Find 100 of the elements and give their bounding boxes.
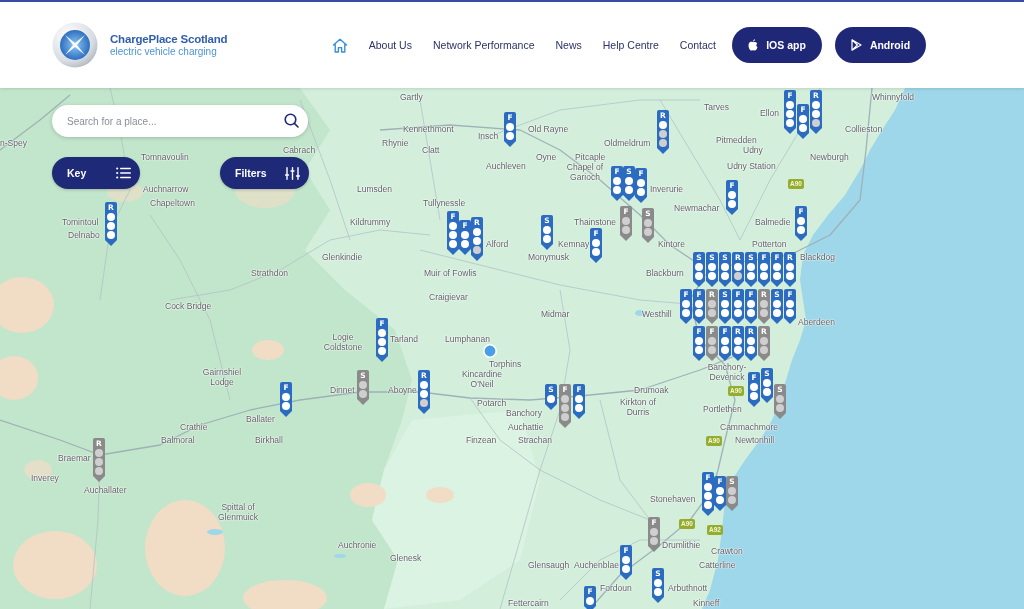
place-name: Catterline (699, 560, 736, 570)
place-name: Insch (478, 131, 499, 141)
place-name: Portlethen (703, 404, 742, 414)
place-name: Tomnavoulin (141, 152, 189, 162)
place-name: Glensaugh (528, 560, 570, 570)
search-field[interactable]: Search for a place... (52, 105, 308, 137)
app-download-button[interactable]: IOS app (732, 27, 822, 63)
nav-link[interactable]: Help Centre (602, 39, 659, 51)
search-icon[interactable] (284, 113, 299, 128)
nav-link[interactable]: Contact (679, 39, 716, 51)
place-name: Chapeltown (150, 198, 195, 208)
place-name: Logie Coldstone (322, 332, 364, 352)
place-name: Auchleven (486, 161, 526, 171)
place-name: Tomintoul (62, 217, 99, 227)
place-name: Inverey (31, 473, 59, 483)
place-name: Kintore (658, 239, 685, 249)
place-name: Dinnet (330, 385, 355, 395)
place-name: Aboyne (388, 385, 417, 395)
filters-button[interactable]: Filters (220, 157, 309, 189)
sliders-icon (285, 166, 300, 180)
place-name: Cammachmore (720, 422, 779, 432)
place-name: Balmoral (161, 435, 195, 445)
app-download-button[interactable]: Android (835, 27, 926, 63)
place-name: Udny Station (727, 161, 776, 171)
place-name: Lumphanan (445, 334, 490, 344)
place-name: Blackdog (800, 252, 835, 262)
place-name: Inverurie (650, 184, 684, 194)
nav-link[interactable]: News (555, 39, 582, 51)
place-name: Tullynessle (423, 198, 466, 208)
place-name: Braemar (58, 453, 91, 463)
place-name: Monymusk (528, 252, 570, 262)
place-name: Clatt (422, 145, 440, 155)
home-icon[interactable] (331, 37, 348, 53)
place-name: n-Spey (0, 138, 27, 148)
place-name: Auchnarrow (143, 184, 189, 194)
logo-icon[interactable] (52, 22, 98, 68)
place-name: Muir of Fowlis (424, 268, 477, 278)
place-name: Balmedie (755, 217, 791, 227)
place-name: Delnabo (68, 230, 100, 240)
place-name: Alford (486, 239, 509, 249)
place-name: Tarves (704, 102, 730, 112)
place-name: Arbuthnott (668, 583, 708, 593)
place-name: Pitmedden (716, 135, 757, 145)
place-name: Pitcaple (575, 152, 606, 162)
place-name: Newmachar (674, 203, 720, 213)
place-name: Drumoak (634, 385, 669, 395)
place-name: Stonehaven (650, 494, 696, 504)
place-name: Kemnay (558, 239, 590, 249)
place-name: Kirkton of Durris (619, 397, 657, 417)
place-name: Glenesk (390, 553, 422, 563)
place-name: Strathdon (251, 268, 288, 278)
place-name: Crawton (711, 546, 743, 556)
place-name: Kennethmont (403, 124, 454, 134)
place-name: Cabrach (283, 145, 316, 155)
place-name: Old Rayne (528, 124, 569, 134)
place-name: Spittal of Glenmuick (216, 502, 260, 522)
location-dot-icon (483, 344, 497, 358)
place-name: Strachan (518, 435, 553, 445)
place-name: Torphins (489, 359, 522, 369)
place-name: Ellon (760, 108, 779, 118)
place-name: Banchory (506, 408, 542, 418)
place-name: Oyne (536, 152, 557, 162)
list-icon (116, 167, 131, 179)
place-name: Rhynie (382, 138, 409, 148)
place-name: Newburgh (810, 152, 849, 162)
brand-name: ChargePlace Scotland (110, 33, 228, 45)
place-name: Thainstone (574, 217, 617, 227)
place-name: Fettercairn (508, 598, 549, 608)
place-name: Newtonhill (735, 435, 775, 445)
place-name: Fordoun (600, 583, 632, 593)
nav-link[interactable]: Network Performance (432, 39, 535, 51)
place-name: Midmar (541, 309, 570, 319)
place-name: Crathie (180, 422, 208, 432)
place-name: Kinneff (693, 598, 720, 608)
place-name: Chapel of Garioch (565, 162, 605, 182)
place-name: Blackburn (646, 268, 684, 278)
key-button[interactable]: Key (52, 157, 140, 189)
place-name: Kildrummy (350, 217, 391, 227)
place-name: Tarland (390, 334, 418, 344)
place-name: Craigievar (429, 292, 468, 302)
apple-icon (748, 39, 759, 51)
place-name: Potterton (752, 239, 787, 249)
place-name: Aberdeen (798, 317, 835, 327)
place-name: Auchronie (338, 540, 377, 550)
brand-tagline: electric vehicle charging (110, 46, 218, 57)
place-name: Whinnyfold (872, 92, 915, 102)
place-name: Udny (743, 145, 763, 155)
place-name: Auchenblae (574, 560, 619, 570)
place-name: Ballater (246, 414, 275, 424)
place-name: Auchallater (84, 485, 127, 495)
place-name: Birkhall (255, 435, 283, 445)
place-name: Kincardine O'Neil (460, 369, 504, 389)
place-name: Glenkindie (322, 252, 363, 262)
place-name: Drumlithie (662, 540, 701, 550)
place-name: Potarch (477, 398, 507, 408)
place-name: Banchory-Devenick (706, 362, 748, 382)
place-name: Gartly (400, 92, 423, 102)
nav-link[interactable]: About Us (368, 39, 412, 51)
place-name: Lumsden (357, 184, 392, 194)
place-name: Oldmeldrum (604, 138, 651, 148)
